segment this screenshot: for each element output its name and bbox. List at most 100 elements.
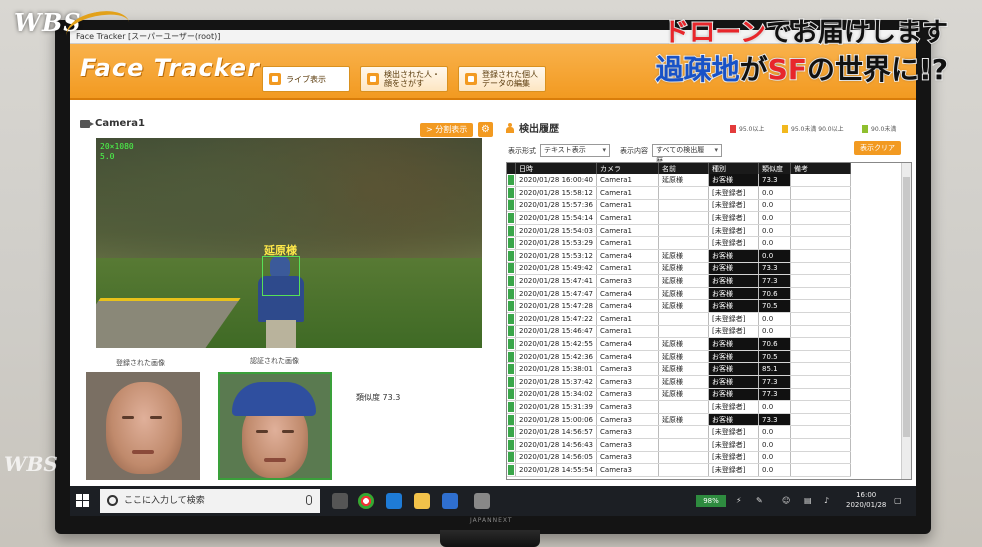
split-view-button[interactable]: > 分割表示 [420,123,474,137]
table-row[interactable]: 2020/01/28 16:00:40 Camera1 延原様 お客様 73.3 [507,174,852,188]
microphone-icon[interactable] [306,495,312,505]
cell-similarity: 77.3 [758,274,792,288]
table-row[interactable]: 2020/01/28 15:58:12 Camera1 [未登録者] 0.0 [507,186,852,200]
taskbar-clock[interactable]: 16:00 2020/01/28 [846,490,886,510]
table-row[interactable]: 2020/01/28 15:57:36 Camera1 [未登録者] 0.0 [507,199,852,213]
col-camera[interactable]: カメラ [596,163,660,174]
face-detection-box [262,256,300,296]
table-row[interactable]: 2020/01/28 15:47:47 Camera4 延原様 お客様 70.6 [507,287,852,301]
table-row[interactable]: 2020/01/28 15:00:06 Camera3 延原様 お客様 73.3 [507,413,852,427]
task-view-icon[interactable] [332,493,348,509]
table-row[interactable]: 2020/01/28 15:37:42 Camera3 延原様 お客様 77.3 [507,375,852,389]
cell-type: [未登録者] [708,400,760,414]
cell-name: 延原様 [658,299,710,314]
notification-icon[interactable]: ▢ [894,496,902,505]
history-table[interactable]: 日時 カメラ 名前 種別 類似度 備考 2020/01/28 16:00:40 C… [506,162,912,480]
table-row[interactable]: 2020/01/28 15:34:02 Camera3 延原様 お客様 77.3 [507,388,852,402]
cell-datetime: 2020/01/28 15:53:29 [515,236,598,251]
cell-notes [790,287,852,301]
table-row[interactable]: 2020/01/28 14:56:57 Camera3 [未登録者] 0.0 [507,425,852,439]
cell-camera: Camera3 [596,438,660,452]
table-row[interactable]: 2020/01/28 15:53:12 Camera4 延原様 お客様 0.0 [507,249,852,263]
cell-notes [790,224,852,238]
row-status-marker [507,249,516,263]
cell-name [658,400,710,414]
cell-name [658,236,710,251]
table-row[interactable]: 2020/01/28 15:47:41 Camera3 延原様 お客様 77.3 [507,274,852,288]
windows-start-icon[interactable] [76,494,90,508]
cell-camera: Camera3 [596,463,660,477]
cell-datetime: 2020/01/28 15:58:12 [515,186,598,200]
cell-similarity: 77.3 [758,388,792,402]
battery-indicator[interactable]: 98% [696,495,726,507]
history-scrollbar[interactable] [901,163,911,479]
network-icon[interactable]: ▤ [804,496,812,505]
edge-icon[interactable] [386,493,402,509]
row-status-marker [507,199,516,213]
cell-camera: Camera1 [596,224,660,238]
nav-live-view-button[interactable]: ライブ表示 [262,66,350,92]
cell-camera: Camera1 [596,312,660,326]
table-row[interactable]: 2020/01/28 15:46:47 Camera1 [未登録者] 0.0 [507,325,852,339]
table-row[interactable]: 2020/01/28 14:56:43 Camera3 [未登録者] 0.0 [507,438,852,452]
col-name[interactable]: 名前 [658,163,710,174]
cell-notes [790,186,852,200]
table-row[interactable]: 2020/01/28 15:42:36 Camera4 延原様 お客様 70.5 [507,350,852,364]
app-logo: Face Tracker [80,54,260,82]
wbs-logo: WBS [14,8,134,52]
similarity-score: 類似度 73.3 [356,393,401,402]
search-person-icon [367,73,379,85]
cell-similarity: 73.3 [758,413,792,427]
table-row[interactable]: 2020/01/28 15:42:55 Camera4 延原様 お客様 70.6 [507,337,852,351]
clear-display-button[interactable]: 表示クリア [854,141,901,155]
file-explorer-icon[interactable] [414,493,430,509]
table-row[interactable]: 2020/01/28 15:54:03 Camera1 [未登録者] 0.0 [507,224,852,238]
cell-datetime: 2020/01/28 15:54:03 [515,224,598,238]
nav-edit-registered-button[interactable]: 登録された個人データの編集 [458,66,546,92]
cell-type: お客様 [708,413,760,427]
col-similarity[interactable]: 類似度 [758,163,792,174]
col-datetime[interactable]: 日時 [515,163,598,174]
cell-name: 延原様 [658,413,710,427]
chrome-icon[interactable] [358,493,374,509]
app-icon[interactable] [442,493,458,509]
cell-datetime: 2020/01/28 15:47:41 [515,274,598,288]
volume-icon[interactable]: ♪ [824,496,829,505]
table-row[interactable]: 2020/01/28 15:53:29 Camera1 [未登録者] 0.0 [507,236,852,251]
history-filter-row: 表示形式 テキスト表示 表示内容 すべての検出履歴 [508,144,722,165]
cell-type: [未登録者] [708,325,760,339]
pen-icon[interactable]: ✎ [756,496,763,505]
gear-icon[interactable]: ⚙ [478,122,493,137]
people-icon[interactable]: ☺ [782,496,790,505]
cell-datetime: 2020/01/28 15:34:02 [515,388,598,402]
cell-camera: Camera1 [596,262,660,276]
face-tracker-taskbar-icon[interactable] [474,493,490,509]
display-format-select[interactable]: テキスト表示 [540,144,610,157]
col-type[interactable]: 種別 [708,163,760,174]
cell-datetime: 2020/01/28 16:00:40 [515,174,598,188]
table-row[interactable]: 2020/01/28 15:38:01 Camera3 延原様 お客様 85.1 [507,362,852,376]
cell-type: お客様 [708,262,760,276]
display-content-select[interactable]: すべての検出履歴 [652,144,722,165]
cell-similarity: 85.1 [758,362,792,376]
table-row[interactable]: 2020/01/28 15:54:14 Camera1 [未登録者] 0.0 [507,211,852,225]
cell-datetime: 2020/01/28 15:46:47 [515,325,598,339]
plug-icon[interactable]: ⚡ [736,496,742,505]
taskbar-search-input[interactable]: ここに入力して検索 [100,489,320,513]
camera-feed[interactable]: 20×1080 5.0 延原様 [96,138,482,348]
cell-camera: Camera4 [596,287,660,301]
table-row[interactable]: 2020/01/28 15:31:39 Camera3 [未登録者] 0.0 [507,400,852,414]
camera-resolution: 20×1080 [100,142,134,151]
row-status-marker [507,388,516,402]
table-row[interactable]: 2020/01/28 15:47:22 Camera1 [未登録者] 0.0 [507,312,852,326]
table-row[interactable]: 2020/01/28 15:47:28 Camera4 延原様 お客様 70.5 [507,299,852,314]
cell-notes [790,337,852,351]
table-row[interactable]: 2020/01/28 14:56:05 Camera3 [未登録者] 0.0 [507,451,852,465]
nav-search-detected-button[interactable]: 検出された人・顔をさがす [360,66,448,92]
table-row[interactable]: 2020/01/28 15:49:42 Camera1 延原様 お客様 73.3 [507,262,852,276]
col-notes[interactable]: 備考 [790,163,852,174]
table-row[interactable]: 2020/01/28 14:55:54 Camera3 [未登録者] 0.0 [507,463,852,477]
tv-brand: JAPANNEXT [470,517,513,524]
scrollbar-thumb[interactable] [903,177,910,437]
row-status-marker [507,287,516,301]
